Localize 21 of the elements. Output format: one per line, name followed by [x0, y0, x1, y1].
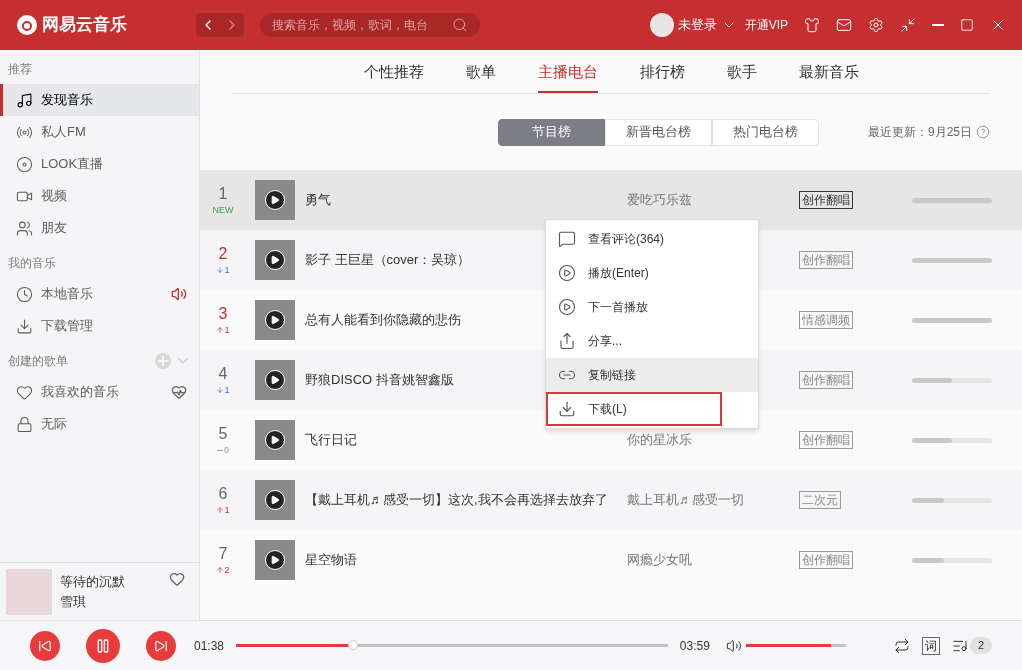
- rank-number: 2: [218, 244, 228, 264]
- rank-number: 4: [218, 364, 228, 384]
- rank-change: 0: [224, 444, 229, 456]
- app-name: 网易云音乐: [42, 14, 127, 37]
- rank-change: 1: [224, 384, 230, 396]
- rank-change: 2: [224, 564, 230, 576]
- rank-change: 1: [224, 504, 230, 516]
- section-title: 推荐: [8, 61, 32, 78]
- rank-number: 6: [218, 484, 228, 504]
- rank-number: 3: [218, 304, 228, 324]
- elapsed-time: 01:38: [194, 637, 225, 655]
- rank-change: 1: [224, 264, 230, 276]
- duration-time: 03:59: [679, 637, 710, 655]
- rank-number: 7: [218, 544, 228, 564]
- rank-change: NEW: [212, 204, 234, 216]
- section-title: 创建的歌单: [8, 353, 68, 370]
- section-title: 我的音乐: [8, 255, 56, 272]
- rank-change: 1: [224, 324, 230, 336]
- last-update-text: 最近更新：9月25日: [867, 124, 972, 141]
- rank-number: 1: [218, 184, 228, 204]
- rank-number: 5: [218, 424, 228, 444]
